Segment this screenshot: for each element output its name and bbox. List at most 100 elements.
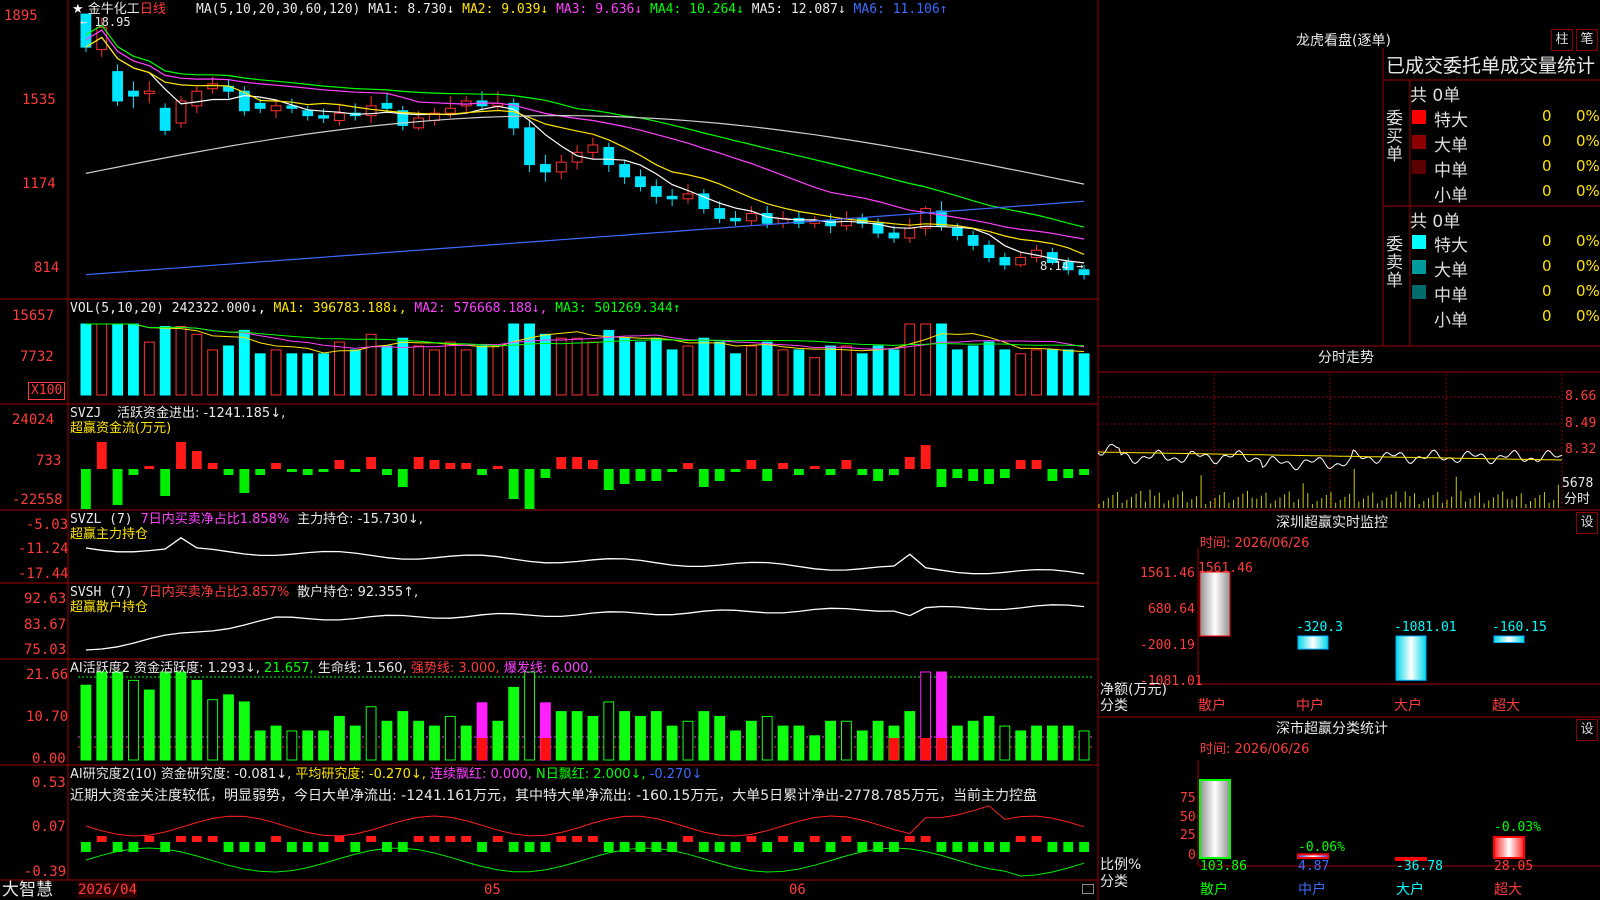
ai-research-bar: [81, 842, 91, 852]
bar-mode-button[interactable]: 柱: [1551, 29, 1573, 51]
low-label: 8.14: [1040, 259, 1069, 273]
ai-research-bar: [698, 842, 709, 852]
volume-bar: [476, 345, 488, 396]
brand-logo: 大智慧: [2, 880, 53, 900]
ai-active-bar: [128, 679, 139, 761]
ai-research-bar: [286, 842, 297, 852]
ai-research-bar: [556, 836, 567, 842]
fund-flow-bar: [635, 469, 646, 481]
candle-body: [159, 107, 171, 131]
candle-body: [650, 186, 662, 197]
monitor-y-tick: 1561.46: [1140, 566, 1195, 581]
candle-body: [128, 90, 139, 97]
vol-unit[interactable]: X100: [28, 382, 66, 400]
svzj-label: SVZJ: [70, 406, 102, 421]
svsh-hold: 散户持仓: 92.355↑,: [297, 585, 419, 600]
fund-flow-bar: [857, 469, 868, 475]
fund-flow-bar: [508, 469, 519, 499]
ai-y-tick: 0.00: [32, 751, 66, 767]
ai-active-bar: [397, 711, 409, 761]
volume-bar: [365, 333, 377, 396]
fund-flow-bar: [572, 457, 582, 469]
ai-active-bar: [841, 720, 852, 761]
ai-research-bar: [920, 836, 931, 842]
ai-active-bar-red: [477, 738, 487, 760]
ai-research-bar: [255, 842, 266, 852]
fund-flow-bar: [698, 469, 709, 487]
volume-bar: [349, 349, 361, 396]
order-pct: 0%: [1576, 307, 1600, 325]
svsh-sub: 超赢散户持仓: [70, 600, 149, 615]
monitor-ylabel: 净额(万元): [1100, 682, 1167, 698]
volume-bar: [555, 337, 567, 396]
volume-bar: [650, 337, 662, 396]
classify-value-label: 103.86: [1200, 859, 1247, 874]
ai-active-bar: [1046, 725, 1058, 761]
volume-bar: [207, 349, 219, 396]
ai-y-tick: 10.70: [26, 709, 69, 725]
candle-body: [318, 115, 329, 119]
intra-y-tick: 8.32: [1565, 442, 1597, 457]
ai-active-bar: [159, 671, 171, 761]
ma-line: [85, 200, 1085, 276]
order-size-label: 大单: [1434, 136, 1468, 156]
ai-active-bar: [492, 720, 504, 761]
fund-flow-bar: [936, 469, 947, 487]
svzj-y-tick: 24024: [12, 412, 55, 428]
intra-y-tick: 8.49: [1565, 416, 1597, 431]
classify-settings-button[interactable]: 设: [1576, 719, 1598, 741]
ma2-value: 9.039↓: [501, 2, 549, 17]
air-y-tick: -0.39: [24, 864, 67, 880]
x-label-may: 05: [484, 882, 501, 898]
period-label[interactable]: 日线: [140, 2, 166, 17]
fund-flow-bar: [809, 466, 820, 469]
ai-research-bar: [382, 842, 392, 852]
monitor-category-label: 超大: [1492, 698, 1520, 714]
vol-label: VOL(5,10,20): [70, 301, 164, 316]
intraday-title: 分时走势: [1318, 350, 1374, 366]
ai-active-bar: [761, 715, 773, 761]
fund-flow-bar: [714, 469, 725, 481]
svzl-y-tick: -17.44: [18, 566, 69, 582]
volume-bar: [730, 353, 741, 396]
sell-total: 共 0单: [1410, 212, 1461, 232]
svzl-ratio: 7日内买卖净占比1.858%: [140, 512, 290, 527]
fund-flow-bar: [302, 469, 313, 475]
lock-icon[interactable]: [1082, 884, 1094, 894]
ai-research-bar: [952, 842, 963, 852]
moving-average-lines: [85, 24, 1085, 276]
vol-ma3: 501269.344↑: [594, 301, 681, 316]
candle-body: [666, 195, 678, 200]
legend-swatch: [1412, 135, 1426, 149]
air-y-tick: 0.53: [32, 775, 66, 791]
order-pct: 0%: [1576, 157, 1600, 175]
dragon-subtitle: 已成交委托单成交量统计: [1386, 55, 1596, 77]
candle-body: [761, 213, 773, 224]
candle-body: [381, 102, 393, 109]
volume-bar: [745, 345, 757, 396]
volume-bar: [635, 341, 646, 396]
monitor-settings-button[interactable]: 设: [1576, 512, 1598, 534]
ai-active-bar-red: [540, 738, 551, 760]
ai-active-bar: [619, 711, 631, 761]
svzj-y-tick: -22558: [12, 492, 63, 508]
volume-bar: [238, 329, 250, 396]
candle-body: [254, 102, 266, 109]
ai-active-bar: [951, 725, 963, 761]
candle-body: [730, 217, 741, 222]
svsh-y-tick: 75.03: [24, 642, 67, 658]
volume-bar: [809, 357, 821, 396]
svzl-line: [85, 537, 1085, 575]
ai-research-bar: [904, 836, 915, 842]
ai-active-bar: [112, 671, 124, 761]
ai-research-bars: [81, 805, 1089, 877]
ai-research-bar: [1031, 836, 1042, 842]
vol-ma1: 396783.188↓: [312, 301, 399, 316]
order-pct: 0%: [1576, 107, 1600, 125]
ai-active-e: 爆发线: 6.000,: [503, 661, 593, 676]
classify-value-label: 4.87: [1298, 859, 1330, 874]
order-qty: 0: [1542, 257, 1552, 275]
candle-body: [524, 127, 535, 166]
tick-mode-button[interactable]: 笔: [1576, 29, 1598, 51]
intraday-price-line: [1097, 443, 1563, 471]
